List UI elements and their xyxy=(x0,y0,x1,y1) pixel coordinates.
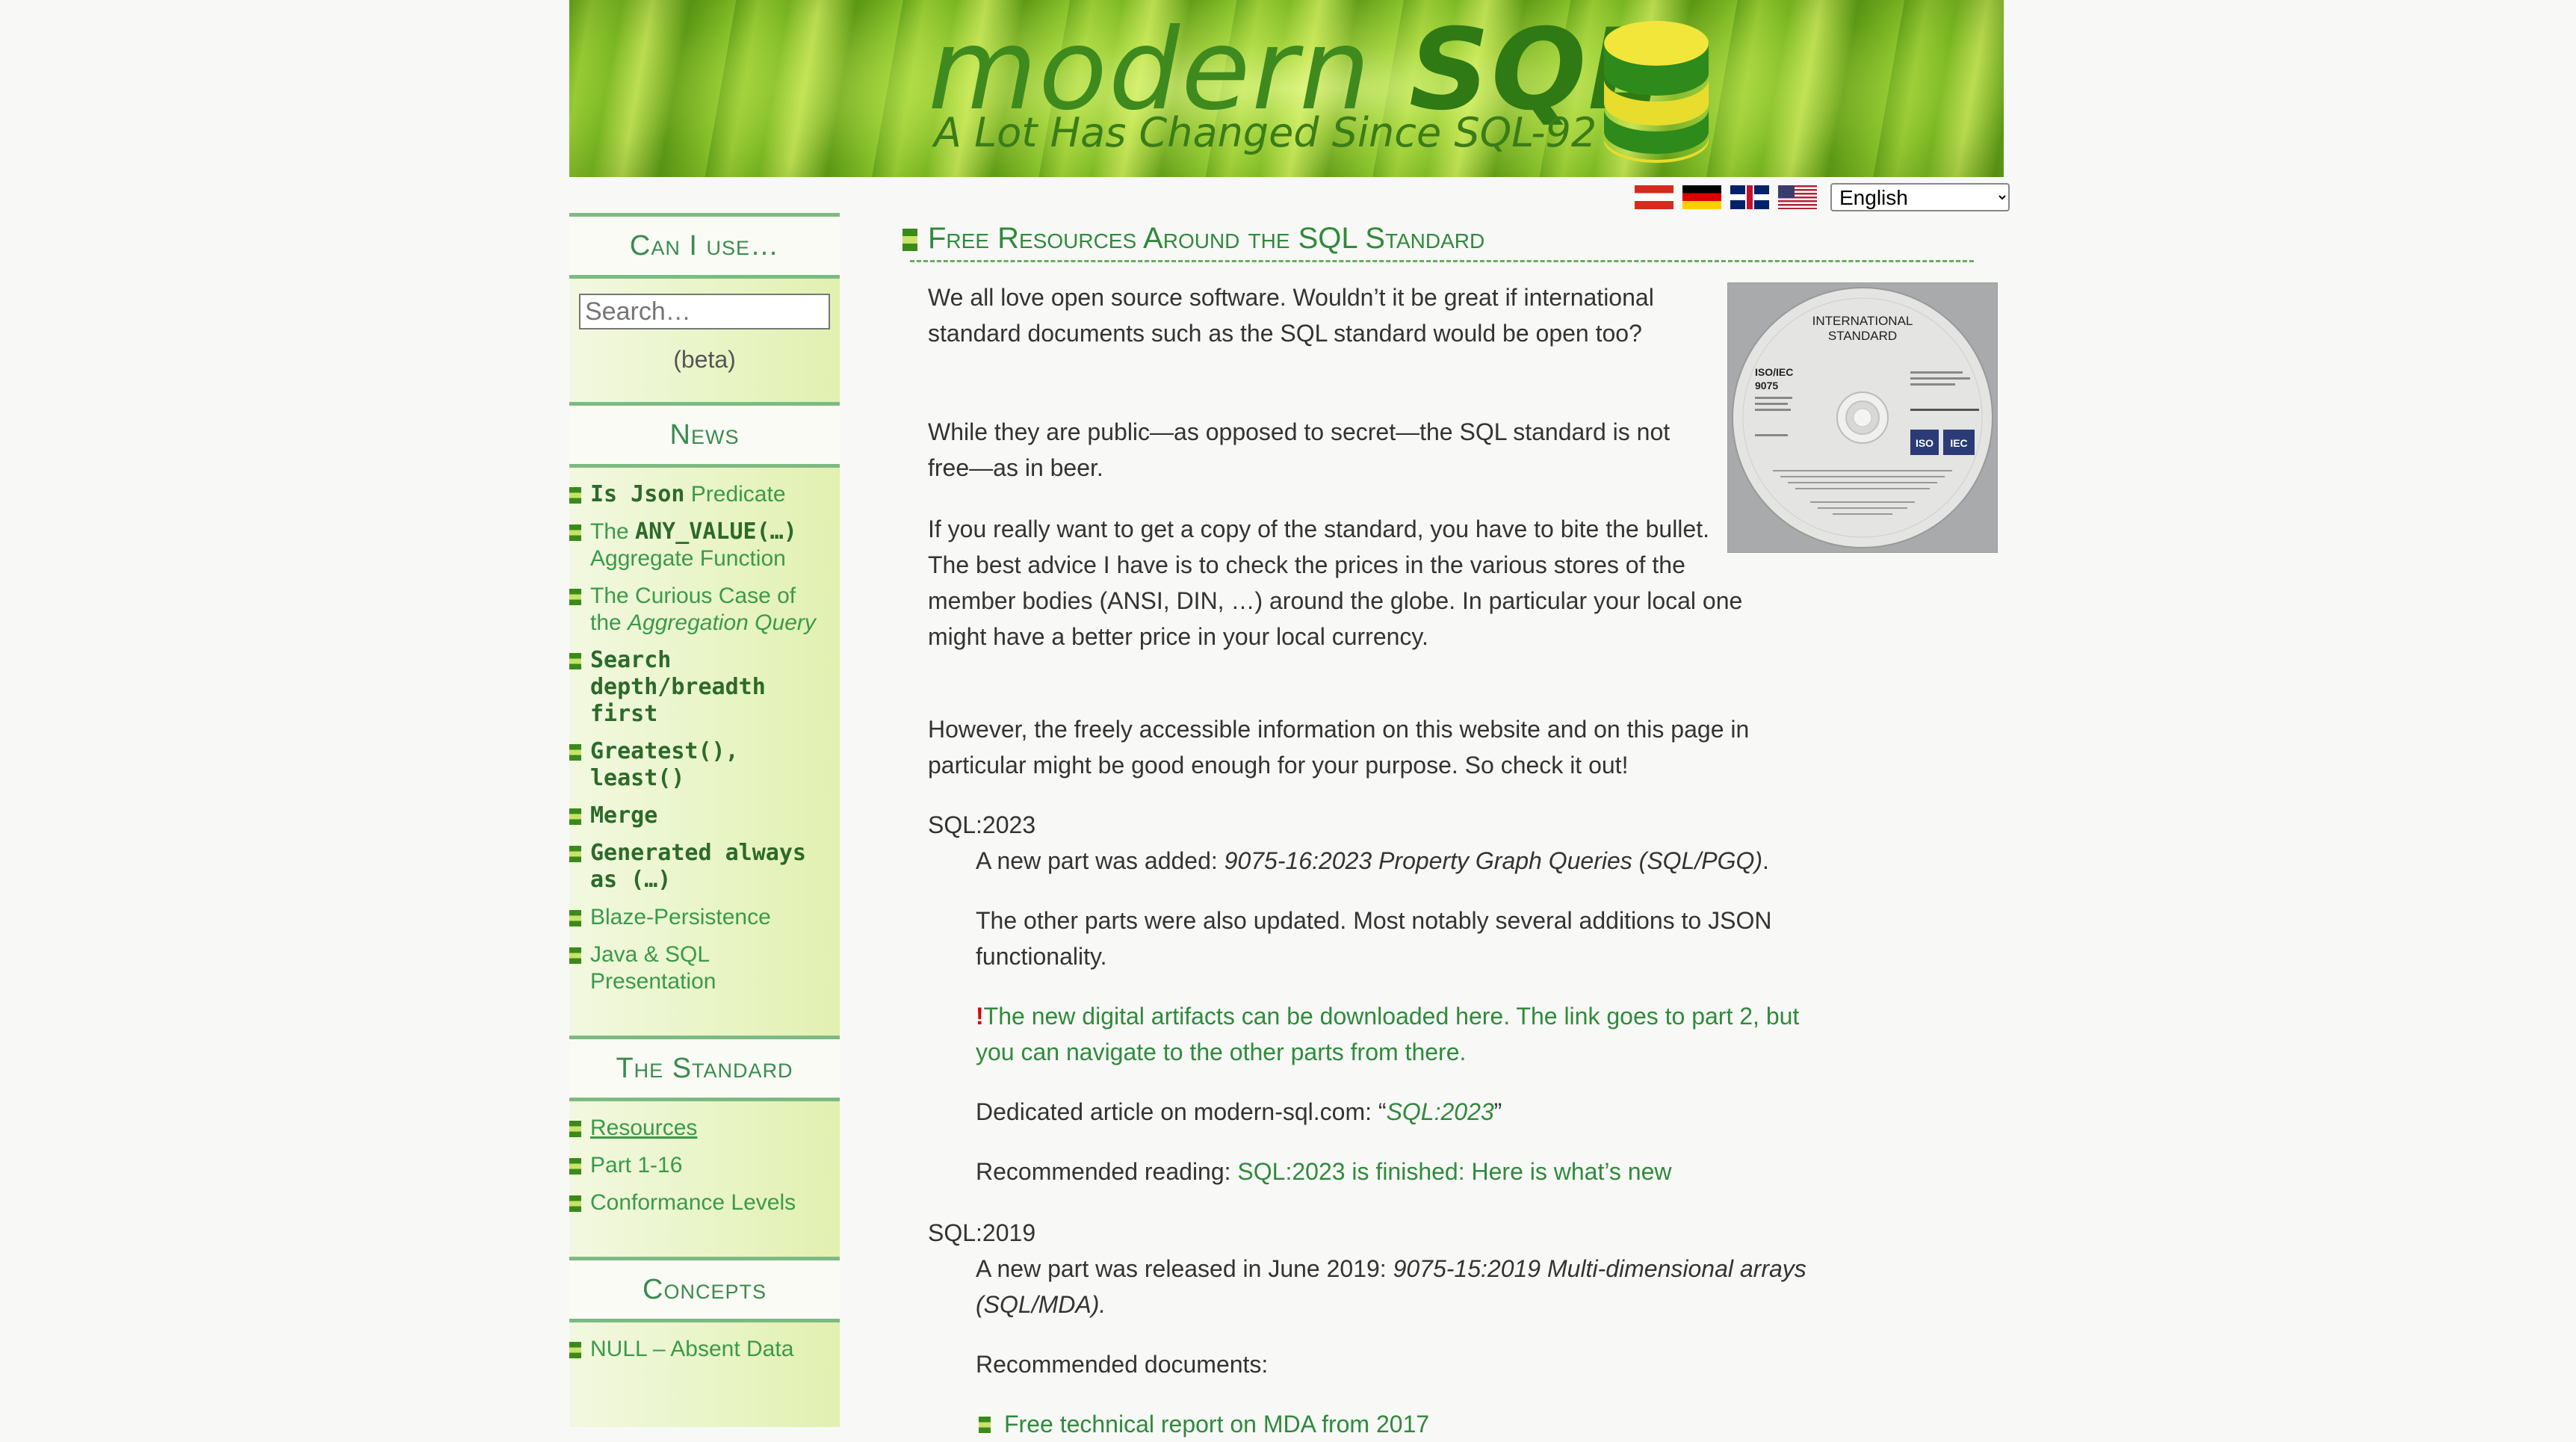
news-item-blaze[interactable]: Blaze-Persistence xyxy=(569,904,817,931)
main-content: Free Resources Around the SQL Standard W… xyxy=(902,217,2001,1438)
bullet-icon xyxy=(569,524,581,541)
bullet-icon xyxy=(569,1121,581,1137)
news-item-code: Generated always as (…) xyxy=(590,840,806,893)
cd-label-line2: STANDARD xyxy=(1828,329,1897,343)
sql2023-new-part-text: A new part was added: xyxy=(976,847,1224,874)
bullet-icon xyxy=(569,1342,581,1358)
news-item-code: Merge xyxy=(590,802,658,829)
news-item-merge[interactable]: Merge xyxy=(569,802,817,829)
site-banner[interactable]: modern SQL A Lot Has Changed Since SQL-9… xyxy=(569,0,2004,177)
news-item-label: Aggregate Function xyxy=(590,546,786,571)
cd-label-line1: INTERNATIONAL xyxy=(1812,314,1913,328)
standard-item-conformance[interactable]: Conformance Levels xyxy=(569,1189,817,1216)
sql2019-doc-list: Free technical report on MDA from 2017 xyxy=(976,1406,1812,1442)
sql2019-recommended-docs: Recommended documents: xyxy=(976,1351,1269,1378)
sql2023-new-part-title: 9075-16:2023 Property Graph Queries (SQL… xyxy=(1224,847,1763,874)
section-body-sql2019: A new part was released in June 2019: 90… xyxy=(976,1251,1812,1442)
news-item-java-sql[interactable]: Java & SQL Presentation xyxy=(569,941,817,995)
sql2023-article-link[interactable]: SQL:2023 xyxy=(1387,1098,1494,1125)
bullet-icon xyxy=(569,846,581,862)
bullet-icon xyxy=(569,744,581,761)
artifacts-download-link[interactable]: The new digital artifacts can be downloa… xyxy=(976,1003,1799,1065)
sql2019-new-part: A new part was released in June 2019: 90… xyxy=(976,1251,1812,1322)
section-body-sql2023: A new part was added: 9075-16:2023 Prope… xyxy=(976,843,1812,1189)
news-item-label: The xyxy=(590,519,636,544)
dedicated-article-text: Dedicated article on modern-sql.com: “ xyxy=(976,1098,1387,1125)
bullet-icon xyxy=(569,910,581,926)
news-item-generated-always[interactable]: Generated always as (…) xyxy=(569,840,817,894)
concepts-item-label: NULL – Absent Data xyxy=(590,1337,794,1361)
sql2023-artifacts: !The new digital artifacts can be downlo… xyxy=(976,998,1812,1070)
bullet-icon xyxy=(569,1158,581,1175)
news-item-code: ANY_VALUE(…) xyxy=(635,519,797,545)
standard-item-label: Conformance Levels xyxy=(590,1190,796,1215)
sql2023-dedicated-article: Dedicated article on modern-sql.com: “SQ… xyxy=(976,1094,1812,1130)
bullet-icon xyxy=(569,653,581,669)
bullet-icon xyxy=(569,487,581,504)
standard-item-resources[interactable]: Resources xyxy=(569,1115,817,1142)
standard-list: Resources Part 1-16 Conformance Levels xyxy=(569,1101,840,1257)
intro-paragraph-3: If you really want to get a copy of the … xyxy=(928,516,1743,650)
bullet-icon xyxy=(569,808,581,825)
news-item-code: Greatest(), least() xyxy=(590,738,739,791)
search-input[interactable] xyxy=(579,294,830,329)
news-item-code: Search depth/breadth first xyxy=(590,647,766,727)
bullet-icon xyxy=(569,947,581,964)
page-title: Free Resources Around the SQL Standard xyxy=(902,217,1974,262)
sql2023-new-part: A new part was added: 9075-16:2023 Prope… xyxy=(976,843,1812,879)
sql-standard-cd-image: INTERNATIONAL STANDARD ISO/IEC 9075 ISO … xyxy=(1727,282,1998,553)
news-item-label-italic: Aggregation Query xyxy=(628,610,816,635)
sql2023-new-part-period: . xyxy=(1762,847,1769,874)
cd-badge-iso: ISO xyxy=(1916,437,1933,449)
news-item-is-json[interactable]: Is Json Predicate xyxy=(569,481,817,508)
standard-item-parts[interactable]: Part 1-16 xyxy=(569,1152,817,1179)
standard-item-label: Resources xyxy=(590,1115,698,1140)
concepts-list: NULL – Absent Data xyxy=(569,1322,840,1403)
us-flag-icon[interactable] xyxy=(1778,185,1817,209)
language-select[interactable]: English xyxy=(1830,183,2010,211)
sidebar-heading-news: News xyxy=(569,402,840,468)
intro-paragraph-4: However, the freely accessible informati… xyxy=(928,716,1750,779)
news-list: Is Json Predicate The ANY_VALUE(…) Aggre… xyxy=(569,468,840,1036)
sql2023-recommended-reading: Recommended reading: SQL:2023 is finishe… xyxy=(976,1154,1812,1189)
exclamation-icon: ! xyxy=(976,1003,984,1030)
dedicated-article-quote: ” xyxy=(1493,1098,1502,1125)
sql2019-new-part-period: . xyxy=(1099,1291,1106,1318)
sql2019-new-part-text: A new part was released in June 2019: xyxy=(976,1255,1393,1282)
news-item-label: Blaze-Persistence xyxy=(590,905,771,929)
sql2023-finished-link[interactable]: SQL:2023 is finished: Here is what’s new xyxy=(1237,1158,1671,1185)
sidebar-heading-concepts: Concepts xyxy=(569,1257,840,1322)
cd-label-iso-iec: ISO/IEC xyxy=(1755,366,1793,378)
news-item-label: Predicate xyxy=(684,482,786,507)
language-bar: English xyxy=(1635,182,2010,212)
news-item-search-depth[interactable]: Search depth/breadth first xyxy=(569,647,817,728)
beta-label: (beta) xyxy=(673,346,736,373)
sql2023-updates: The other parts were also updated. Most … xyxy=(976,907,1772,970)
sidebar-heading-can-i-use: Can I use… xyxy=(569,213,840,279)
cd-label-number: 9075 xyxy=(1755,380,1778,392)
standard-item-label: Part 1-16 xyxy=(590,1153,683,1178)
news-item-curious-case[interactable]: The Curious Case of the Aggregation Quer… xyxy=(569,583,817,637)
cd-badge-iec: IEC xyxy=(1950,437,1967,449)
section-heading-sql2019: SQL:2019 xyxy=(928,1219,1036,1246)
news-item-greatest-least[interactable]: Greatest(), least() xyxy=(569,738,817,792)
news-item-label: Java & SQL Presentation xyxy=(590,942,716,994)
site-tagline: A Lot Has Changed Since SQL-92 xyxy=(934,109,1597,156)
section-heading-sql2023: SQL:2023 xyxy=(928,811,1036,838)
austria-flag-icon[interactable] xyxy=(1635,185,1674,209)
news-item-code: Is Json xyxy=(590,481,685,507)
database-icon xyxy=(1604,21,1709,163)
sidebar: Can I use… (beta) News Is Json Predicate… xyxy=(569,213,840,1427)
intro-paragraph-1: We all love open source software. Wouldn… xyxy=(928,284,1654,347)
uk-flag-icon[interactable] xyxy=(1730,185,1769,209)
list-item[interactable]: Free technical report on MDA from 2017 xyxy=(976,1406,1812,1442)
bullet-icon xyxy=(569,589,581,605)
intro-paragraph-2: While they are public—as opposed to secr… xyxy=(928,418,1671,481)
sidebar-heading-standard: The Standard xyxy=(569,1036,840,1101)
concepts-item-null[interactable]: NULL – Absent Data xyxy=(569,1336,817,1363)
news-item-any-value[interactable]: The ANY_VALUE(…) Aggregate Function xyxy=(569,519,817,572)
recommended-reading-text: Recommended reading: xyxy=(976,1158,1238,1185)
bullet-icon xyxy=(569,1195,581,1212)
germany-flag-icon[interactable] xyxy=(1682,185,1721,209)
